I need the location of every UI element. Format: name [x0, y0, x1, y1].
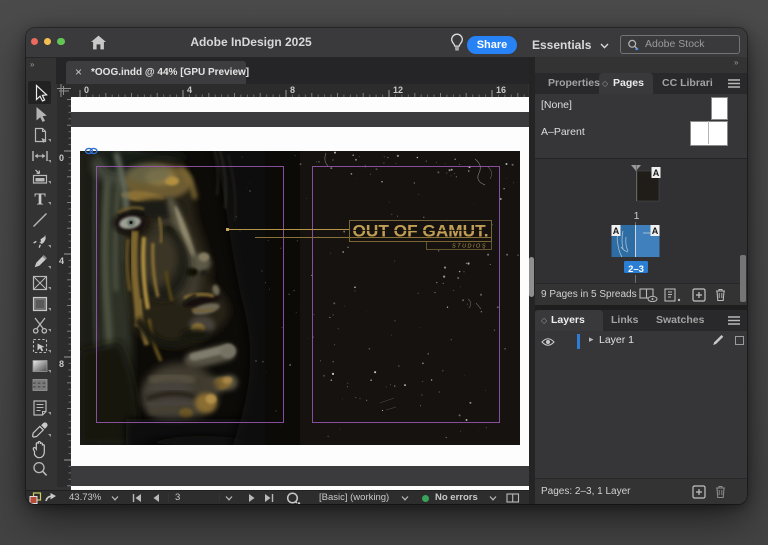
svg-text:4: 4 — [59, 256, 64, 266]
svg-text:T: T — [34, 190, 46, 209]
svg-text:0: 0 — [84, 85, 89, 95]
svg-text:12: 12 — [393, 85, 403, 95]
svg-text:A: A — [653, 168, 660, 178]
svg-text:8: 8 — [290, 85, 295, 95]
svg-text:4: 4 — [187, 85, 192, 95]
svg-text:0: 0 — [59, 153, 64, 163]
svg-text:8: 8 — [59, 359, 64, 369]
svg-text:A: A — [613, 226, 620, 236]
svg-text:OUT OF GAMUT.: OUT OF GAMUT. — [353, 223, 489, 241]
svg-text:STUDIOS: STUDIOS — [452, 244, 487, 250]
svg-text:1: 1 — [634, 210, 640, 222]
svg-text:A: A — [652, 226, 659, 236]
svg-text:16: 16 — [496, 85, 506, 95]
svg-text:2–3: 2–3 — [628, 264, 644, 275]
